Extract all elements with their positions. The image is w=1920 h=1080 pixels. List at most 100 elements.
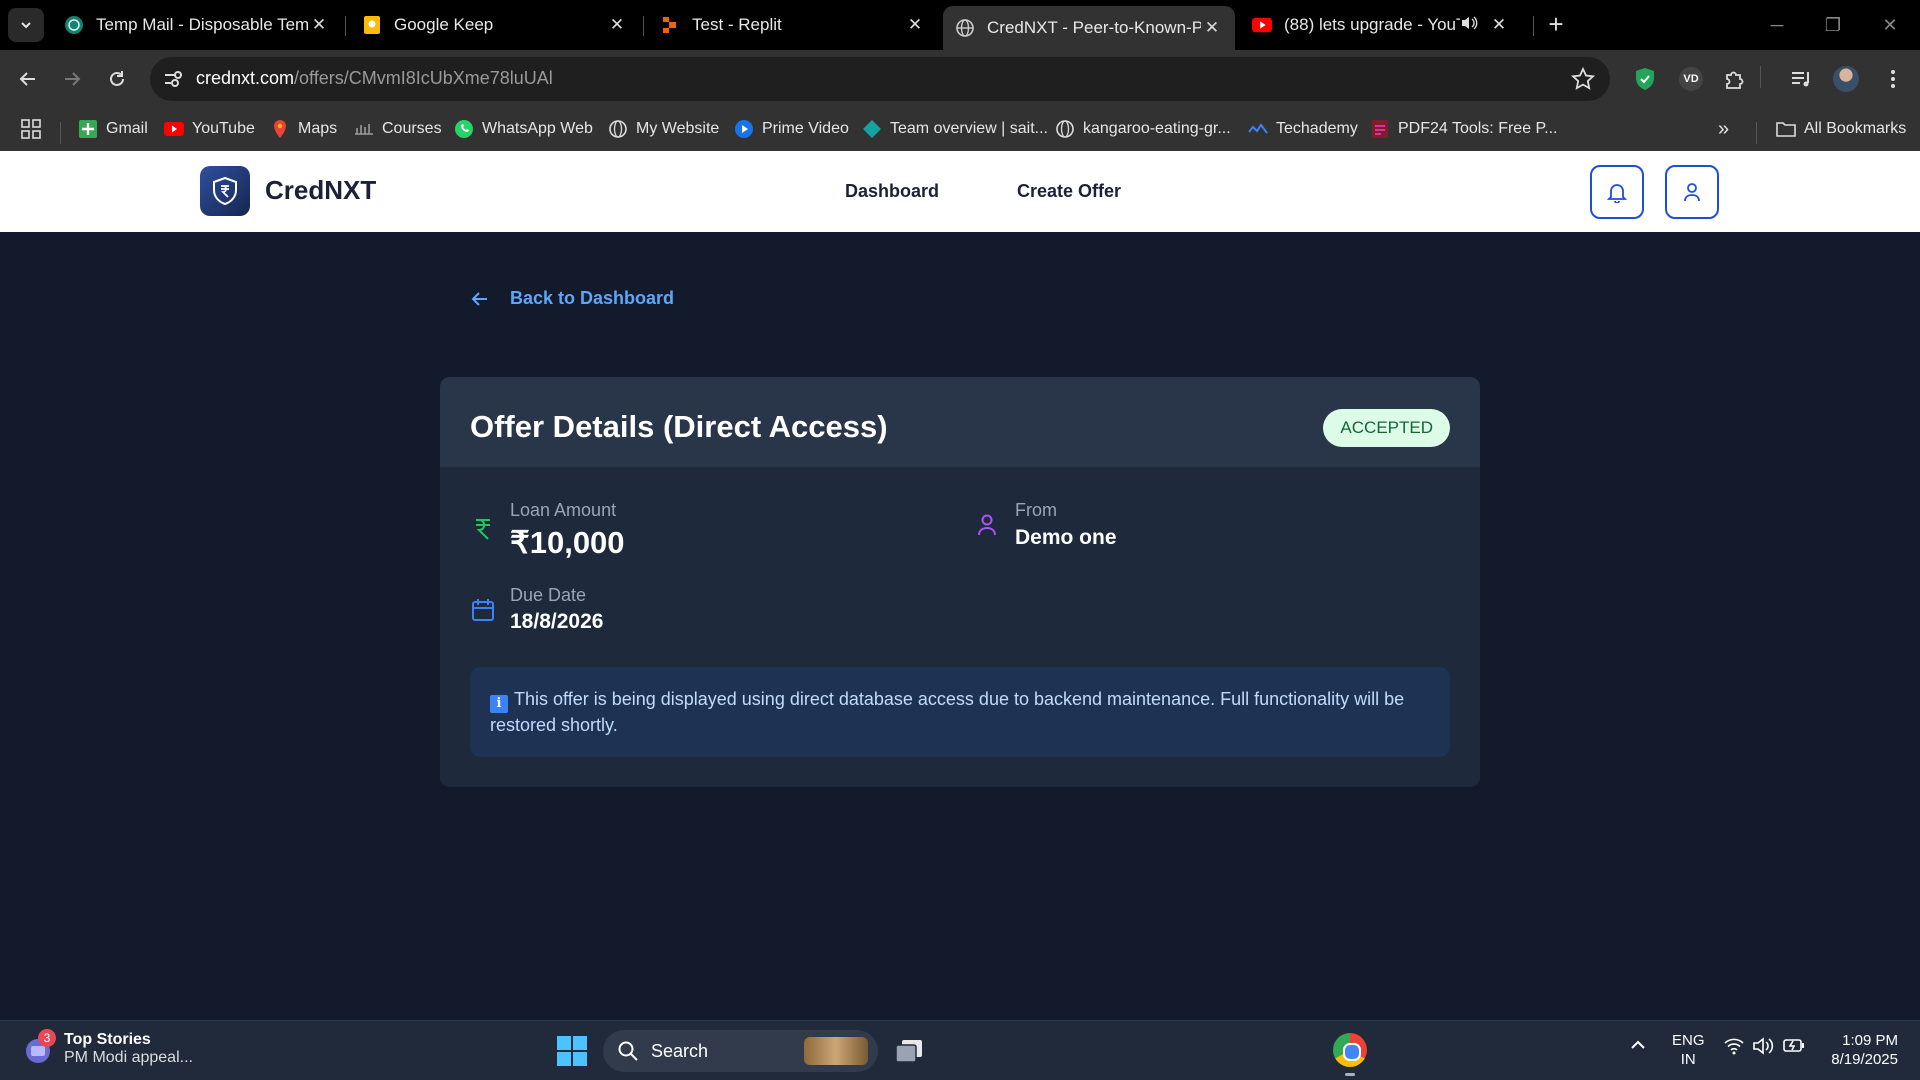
windows-taskbar: 3 Top Stories PM Modi appeal... Search E… bbox=[0, 1020, 1920, 1080]
media-control-icon[interactable] bbox=[1786, 64, 1816, 94]
bookmark-pdf24[interactable]: PDF24 Tools: Free P... bbox=[1370, 114, 1557, 144]
bookmark-team-overview[interactable]: Team overview | sait... bbox=[862, 114, 1048, 144]
clock-time: 1:09 PM bbox=[1842, 1032, 1898, 1049]
search-icon bbox=[618, 1041, 638, 1061]
status-badge: ACCEPTED bbox=[1323, 409, 1450, 447]
logo[interactable] bbox=[200, 166, 250, 216]
news-title: Top Stories bbox=[64, 1031, 151, 1048]
globe-icon bbox=[608, 119, 628, 139]
tab-crednxt-active[interactable]: CredNXT - Peer-to-Known-Pers ✕ bbox=[943, 6, 1235, 50]
bookmark-youtube[interactable]: YouTube bbox=[164, 114, 255, 144]
shield-rupee-icon bbox=[213, 176, 237, 206]
tab-search-button[interactable] bbox=[8, 8, 44, 42]
youtube-icon bbox=[164, 119, 184, 139]
bookmark-label: Maps bbox=[298, 120, 338, 137]
loan-amount-value: ₹10,000 bbox=[510, 525, 625, 560]
more-menu-icon[interactable] bbox=[1878, 64, 1908, 94]
bookmark-my-website[interactable]: My Website bbox=[608, 114, 719, 144]
battery-icon[interactable] bbox=[1783, 1037, 1805, 1058]
taskbar-search[interactable]: Search bbox=[603, 1030, 878, 1072]
address-bar[interactable]: crednxt.com/offers/CMvmI8IcUbXme78luUAl bbox=[150, 57, 1610, 101]
reload-button[interactable] bbox=[100, 62, 134, 96]
nav-dashboard[interactable]: Dashboard bbox=[845, 181, 939, 202]
language-code: ENG bbox=[1672, 1032, 1705, 1049]
news-widget[interactable]: 3 Top Stories PM Modi appeal... bbox=[22, 1029, 193, 1067]
tab-google-keep[interactable]: Google Keep ✕ bbox=[350, 8, 640, 42]
bookmark-whatsapp[interactable]: WhatsApp Web bbox=[454, 114, 593, 144]
bookmark-gmail[interactable]: Gmail bbox=[78, 114, 148, 144]
profile-button[interactable] bbox=[1665, 165, 1719, 219]
techademy-icon bbox=[1248, 119, 1268, 139]
extensions-puzzle-icon[interactable] bbox=[1720, 64, 1750, 94]
tab-replit[interactable]: Test - Replit ✕ bbox=[648, 8, 938, 42]
bookmarks-divider bbox=[60, 122, 61, 144]
youtube-icon bbox=[1252, 15, 1272, 35]
search-highlight-image bbox=[804, 1037, 868, 1065]
loan-amount-label: Loan Amount bbox=[510, 500, 617, 520]
bookmark-techademy[interactable]: Techademy bbox=[1248, 114, 1358, 144]
restore-button[interactable]: ❐ bbox=[1813, 10, 1853, 40]
bookmark-maps[interactable]: Maps bbox=[270, 114, 337, 144]
chevron-up-icon[interactable] bbox=[1630, 1037, 1646, 1058]
bookmark-kangaroo[interactable]: kangaroo-eating-gr... bbox=[1055, 114, 1231, 144]
bookmark-star-icon[interactable] bbox=[1570, 66, 1596, 92]
chevron-down-icon bbox=[21, 22, 31, 29]
nav-create-offer[interactable]: Create Offer bbox=[1017, 181, 1121, 202]
close-icon[interactable]: ✕ bbox=[1201, 18, 1223, 38]
shield-extension-icon[interactable] bbox=[1630, 64, 1660, 94]
forward-button[interactable] bbox=[55, 62, 89, 96]
wifi-icon[interactable] bbox=[1724, 1037, 1744, 1060]
all-bookmarks[interactable]: All Bookmarks bbox=[1776, 114, 1906, 144]
news-icon: 3 bbox=[22, 1029, 56, 1065]
bookmark-label: kangaroo-eating-gr... bbox=[1083, 120, 1231, 137]
bookmark-courses[interactable]: Courses bbox=[354, 114, 442, 144]
apps-grid-icon[interactable] bbox=[20, 114, 42, 144]
bookmark-label: Techademy bbox=[1276, 120, 1358, 137]
back-button[interactable] bbox=[11, 62, 45, 96]
news-count-badge: 3 bbox=[38, 1029, 56, 1047]
new-tab-button[interactable]: + bbox=[1545, 8, 1567, 42]
chrome-taskbar-icon[interactable] bbox=[1333, 1033, 1367, 1067]
system-clock[interactable]: 1:09 PM 8/19/2025 bbox=[1820, 1031, 1898, 1069]
bookmark-label: My Website bbox=[636, 120, 720, 137]
bookmark-label: Gmail bbox=[106, 120, 148, 137]
tab-divider bbox=[643, 16, 644, 36]
task-view-icon[interactable] bbox=[893, 1035, 925, 1067]
bookmark-label: PDF24 Tools: Free P... bbox=[1398, 120, 1558, 137]
tab-temp-mail[interactable]: Temp Mail - Disposable Tempor ✕ bbox=[52, 8, 342, 42]
map-pin-icon bbox=[270, 119, 290, 139]
close-icon[interactable]: ✕ bbox=[308, 15, 330, 35]
bookmarks-divider bbox=[1756, 122, 1757, 144]
close-window-button[interactable]: ✕ bbox=[1870, 10, 1910, 40]
profile-avatar[interactable] bbox=[1831, 64, 1861, 94]
notifications-button[interactable] bbox=[1590, 165, 1644, 219]
maintenance-notice: i This offer is being displayed using dir… bbox=[470, 667, 1450, 757]
close-icon[interactable]: ✕ bbox=[606, 15, 628, 35]
vd-extension-icon[interactable]: VD bbox=[1676, 64, 1706, 94]
windows-start-icon[interactable] bbox=[556, 1035, 588, 1067]
close-icon[interactable]: ✕ bbox=[904, 15, 926, 35]
more-bookmarks-chevron-icon[interactable]: » bbox=[1718, 114, 1729, 144]
url-host: crednxt.com bbox=[196, 68, 295, 88]
site-settings-icon[interactable] bbox=[162, 68, 184, 90]
brand-name[interactable]: CredNXT bbox=[265, 175, 376, 206]
tab-youtube[interactable]: (88) lets upgrade - YouTube ✕ bbox=[1240, 8, 1522, 42]
minimize-button[interactable]: ─ bbox=[1757, 10, 1797, 40]
folder-icon bbox=[1776, 119, 1796, 139]
back-to-dashboard-link[interactable]: Back to Dashboard bbox=[470, 288, 674, 309]
bookmark-label: Team overview | sait... bbox=[890, 120, 1048, 137]
close-icon[interactable]: ✕ bbox=[1488, 15, 1510, 35]
bookmark-prime-video[interactable]: Prime Video bbox=[734, 114, 849, 144]
bookmark-label: WhatsApp Web bbox=[482, 120, 593, 137]
tab-title: Google Keep bbox=[394, 15, 494, 34]
speaker-icon[interactable] bbox=[1460, 15, 1482, 36]
rupee-icon bbox=[476, 519, 490, 540]
language-indicator[interactable]: ENG IN bbox=[1672, 1031, 1705, 1069]
tab-title: Temp Mail - Disposable Tempor bbox=[96, 15, 308, 34]
app-header: CredNXT Dashboard Create Offer bbox=[0, 151, 1920, 232]
bookmark-label: Prime Video bbox=[762, 120, 849, 137]
news-subtitle: PM Modi appeal... bbox=[64, 1049, 193, 1066]
calendar-icon bbox=[472, 599, 494, 621]
volume-icon[interactable] bbox=[1752, 1037, 1774, 1060]
tab-title: (88) lets upgrade - YouTube bbox=[1284, 15, 1460, 34]
